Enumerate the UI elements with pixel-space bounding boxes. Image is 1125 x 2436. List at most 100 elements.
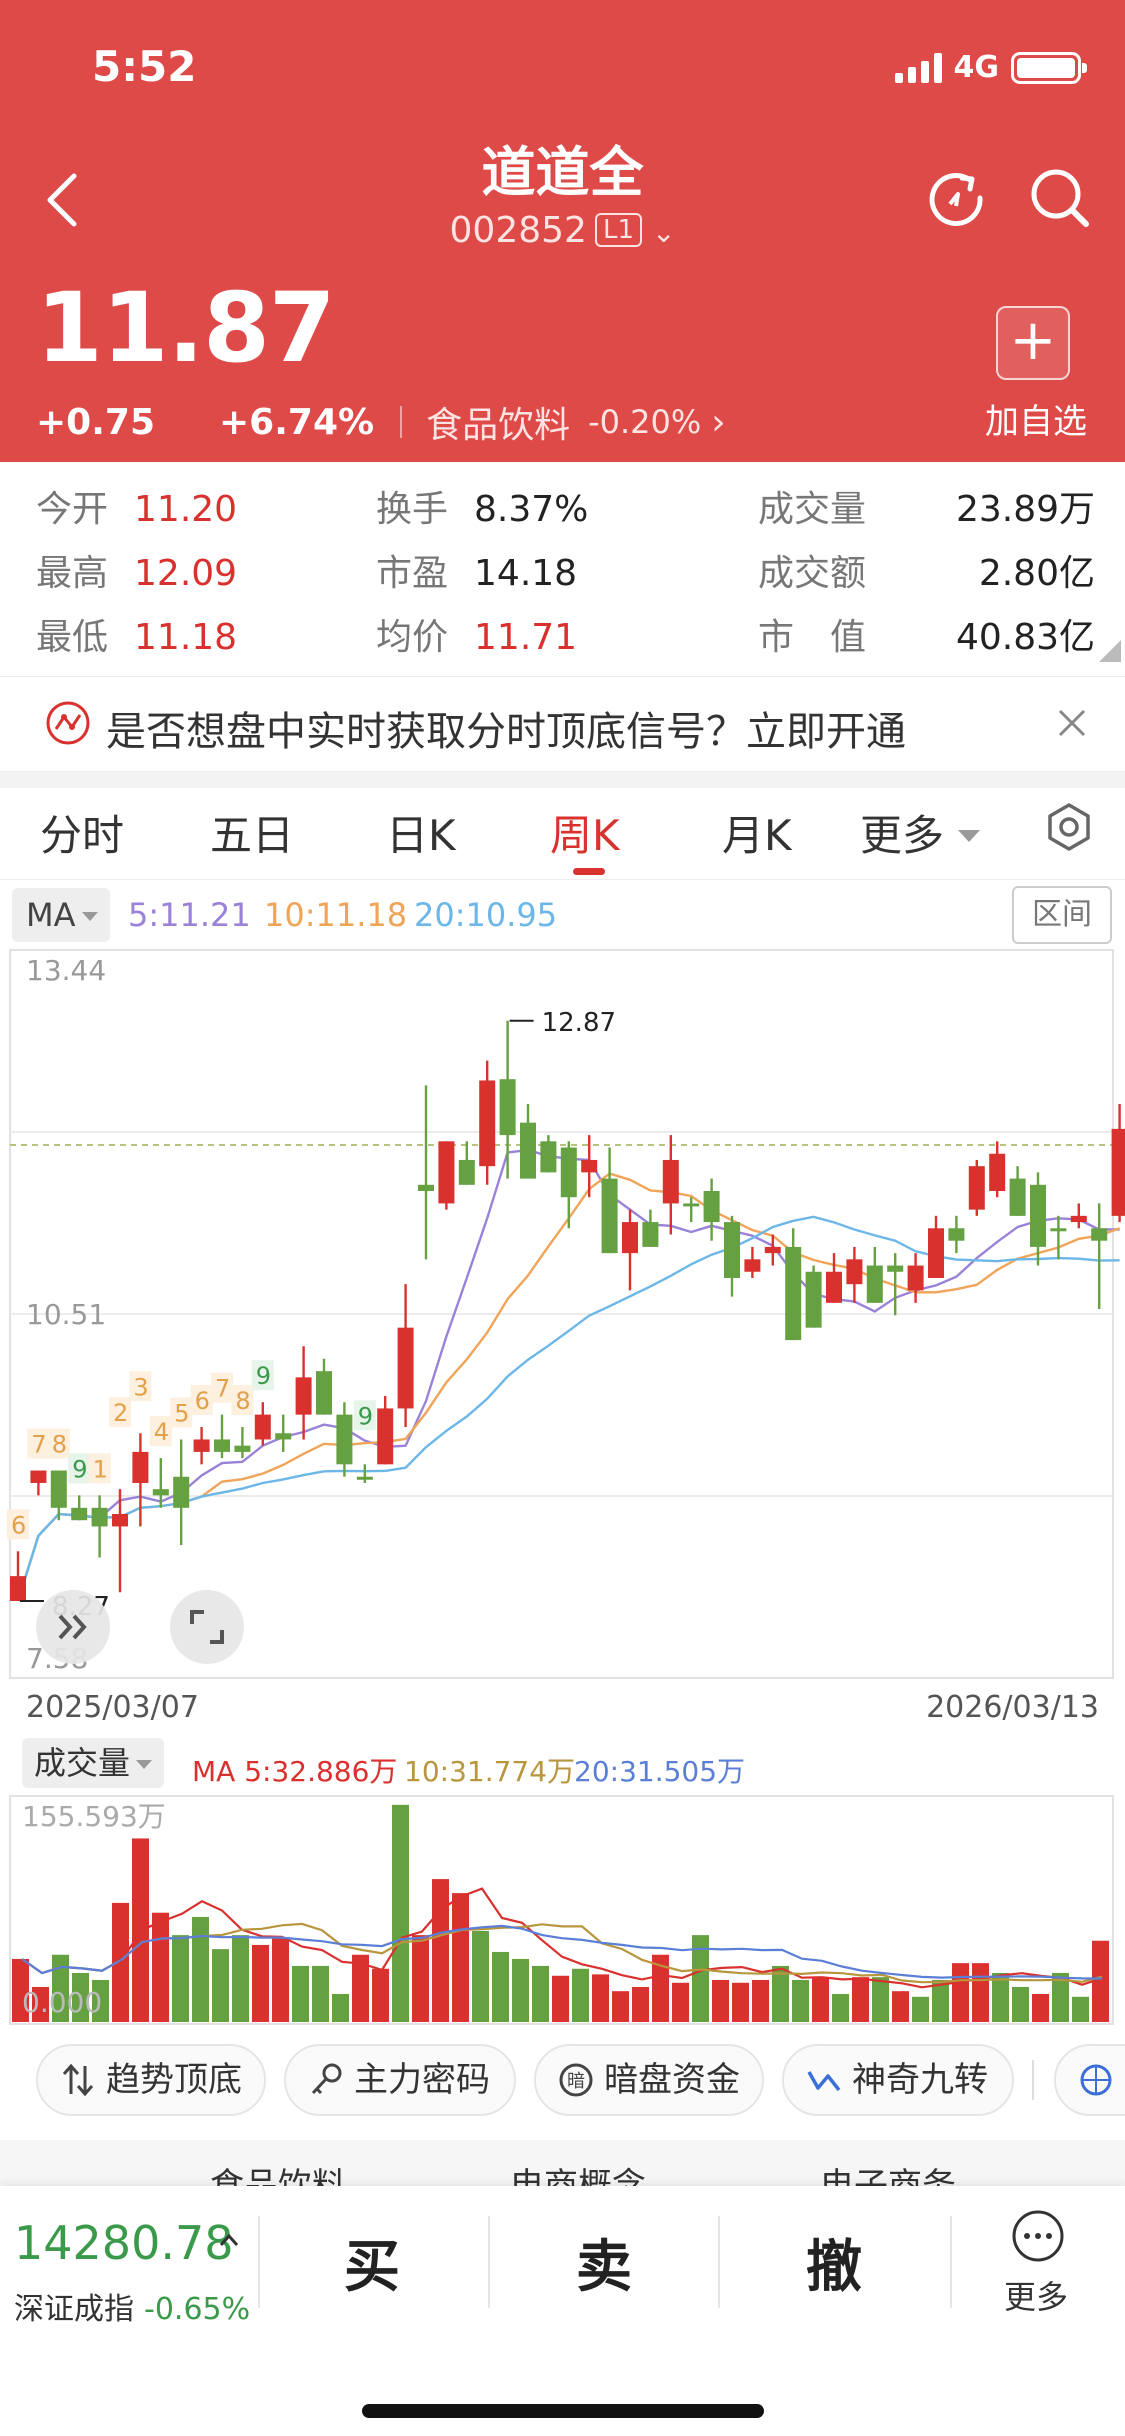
chevron-up-icon[interactable] (218, 2230, 240, 2252)
candle-body (560, 1147, 577, 1198)
volume-bar (792, 1979, 809, 2022)
signal-label: 6 (11, 1511, 26, 1539)
range-button[interactable]: 区间 (1012, 886, 1112, 944)
candle-body (458, 1159, 475, 1185)
related-sectors-row: 食品饮料 电商概念 电子商务 (0, 2140, 1125, 2206)
tab-five-day[interactable]: 五日 (210, 802, 294, 863)
refresh-icon[interactable] (924, 166, 988, 230)
signal-icon (894, 52, 942, 83)
tab-more-label: 更多 (860, 811, 945, 860)
chip-magic-nine-turns[interactable]: 神奇九转 (782, 2044, 1014, 2116)
key-icon (311, 2063, 342, 2095)
candle-body (805, 1271, 822, 1328)
stat-label: 今开 (36, 489, 109, 530)
sell-button[interactable]: 卖 (576, 2222, 632, 2303)
more-label[interactable]: 更多 (1004, 2272, 1068, 2318)
volume-chart[interactable]: 155.593万 0.000 (0, 1794, 1125, 2026)
signal-label: 8 (52, 1431, 67, 1459)
tab-monthly-k[interactable]: 月K (722, 802, 792, 863)
search-icon[interactable] (1028, 166, 1092, 230)
volume-bar (912, 1996, 929, 2022)
candle-body (1070, 1215, 1087, 1223)
buy-button[interactable]: 买 (344, 2222, 400, 2303)
candle-body (1030, 1184, 1046, 1247)
stat-market-cap-value: 40.83亿 (956, 608, 1095, 660)
candle-body (71, 1507, 88, 1521)
settings-icon[interactable] (1044, 802, 1094, 852)
volume-bar (412, 1935, 429, 2022)
signal-label: 5 (174, 1399, 189, 1427)
kline-chart[interactable]: 13.44 10.51 7.58 12.878.2767892134567899 (0, 946, 1125, 1680)
tab-weekly-k[interactable]: 周K (550, 802, 620, 863)
tab-intraday[interactable]: 分时 (40, 802, 124, 863)
candle-body (132, 1451, 149, 1483)
caret-down-icon (958, 830, 981, 842)
divider (718, 2216, 720, 2308)
volume-bar (752, 1979, 769, 2022)
candle-body (928, 1228, 944, 1278)
vol-ma5-value: MA 5:32.886万 (192, 1755, 398, 1788)
fullscreen-button[interactable] (170, 1590, 244, 1664)
chip-dark-pool-funds[interactable]: 暗 暗盘资金 (534, 2044, 764, 2116)
signal-label: 1 (93, 1455, 108, 1483)
chevron-down-icon: ⌄ (652, 216, 676, 249)
sector-change-pct: -0.20% (588, 403, 702, 441)
stat-value: 8.37% (474, 489, 589, 530)
candle-body (785, 1246, 802, 1341)
volume-bar (192, 1916, 209, 2022)
more-options-icon[interactable] (1010, 2208, 1066, 2264)
chip-main-force-code[interactable]: 主力密码 (284, 2044, 516, 2116)
expand-panel-button[interactable] (36, 1590, 110, 1664)
indicator-selector[interactable]: MA (12, 888, 110, 942)
close-icon[interactable] (1052, 703, 1092, 743)
tab-more[interactable]: 更多 (860, 802, 981, 863)
stock-code: 002852 (449, 210, 587, 251)
signal-promo-banner[interactable]: 是否想盘中实时获取分时顶底信号？立即开通 (0, 676, 1125, 772)
candle-body (275, 1433, 292, 1440)
network-type: 4G (953, 50, 1000, 85)
period-tabs: 分时 五日 日K 周K 月K 更多 (0, 788, 1125, 880)
banner-text[interactable]: 是否想盘中实时获取分时顶底信号？立即开通 (106, 699, 906, 757)
candle-body (193, 1439, 210, 1452)
chip-label: 趋势顶底 (106, 2060, 242, 2100)
candle-body (968, 1166, 985, 1210)
stat-label: 市 值 (758, 617, 867, 658)
divider (400, 406, 403, 438)
index-name: 深证成指 (14, 2292, 134, 2327)
stat-turnover: 换手 8.37% (376, 480, 588, 532)
sector-link[interactable]: 食品饮料 (426, 396, 570, 448)
chip-trend-top-bottom[interactable]: 趋势顶底 (36, 2044, 266, 2116)
volume-bar (432, 1879, 449, 2022)
candle-body (152, 1489, 169, 1496)
volume-bar (1012, 1986, 1029, 2022)
chip-label: 神奇九转 (852, 2060, 988, 2100)
index-value[interactable]: 14280.78 (14, 2216, 234, 2270)
stat-avg-price: 均价 11.71 (376, 608, 577, 660)
volume-indicator-selector[interactable]: 成交量 (22, 1738, 165, 1788)
divider (258, 2216, 260, 2308)
volume-selector-label: 成交量 (34, 1744, 131, 1782)
nine-turns-icon (807, 2071, 841, 2092)
index-change-pct: -0.65% (144, 2292, 251, 2327)
candle-body (10, 1576, 26, 1601)
candle-body (91, 1507, 108, 1527)
battery-icon (1011, 51, 1087, 84)
expand-corner-icon[interactable] (1099, 640, 1121, 662)
volume-bar (472, 1930, 489, 2022)
stats-grid: 今开 11.20 换手 8.37% 成交量 23.89万 最高 12.09 市盈 14.… (0, 462, 1125, 672)
volume-bar (452, 1893, 469, 2022)
candle-body (295, 1377, 312, 1415)
stat-label: 换手 (376, 489, 449, 530)
tool-chips: 趋势顶底 主力密码 暗 暗盘资金 神奇九转 (0, 2040, 1125, 2120)
indicator-selector-label: MA (26, 896, 76, 934)
tab-daily-k[interactable]: 日K (386, 802, 456, 863)
cancel-order-button[interactable]: 撤 (806, 2222, 862, 2303)
add-watchlist-label[interactable]: 加自选 (976, 394, 1096, 443)
x-axis-dates: 2025/03/07 2026/03/13 (0, 1690, 1125, 1730)
volume-bar (852, 1977, 869, 2022)
chip-partial[interactable] (1054, 2044, 1125, 2116)
add-watchlist-button[interactable]: + (996, 306, 1070, 380)
stat-value: 11.71 (474, 617, 578, 658)
stat-value: 12.09 (134, 553, 238, 594)
candle-body (866, 1265, 883, 1303)
